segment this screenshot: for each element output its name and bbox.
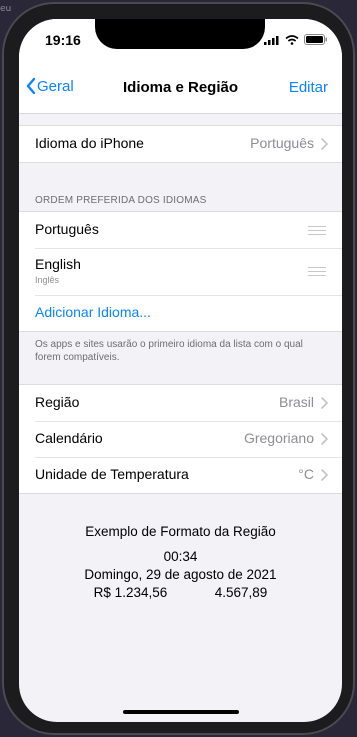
format-example-time: 00:34 xyxy=(163,549,198,564)
screen: 19:16 Geral Idioma e Região Editar Idiom… xyxy=(19,19,342,722)
region-settings-group: Região Brasil Calendário Gregoriano Unid… xyxy=(19,384,342,494)
status-bar: 19:16 xyxy=(19,19,342,63)
region-value: Brasil xyxy=(278,394,314,410)
status-icons xyxy=(264,34,328,45)
language-name: English xyxy=(35,256,81,272)
preferred-languages-header: ORDEM PREFERIDA DOS IDIOMAS xyxy=(35,195,207,206)
iphone-language-group: Idioma do iPhone Português xyxy=(19,125,342,163)
chevron-right-icon xyxy=(321,469,328,481)
add-language-row[interactable]: Adicionar Idioma... xyxy=(19,295,342,331)
iphone-language-row[interactable]: Idioma do iPhone Português xyxy=(19,126,342,162)
language-subtitle: Inglês xyxy=(35,275,60,285)
calendar-row[interactable]: Calendário Gregoriano xyxy=(19,421,342,457)
format-example-numbers: R$ 1.234,56 4.567,89 xyxy=(19,585,342,600)
chevron-right-icon xyxy=(321,397,328,409)
background-text: eu xyxy=(0,4,12,14)
chevron-right-icon xyxy=(321,433,328,445)
temperature-unit-value: °C xyxy=(298,466,314,482)
language-row-portugues[interactable]: Português xyxy=(19,212,342,248)
add-language-link[interactable]: Adicionar Idioma... xyxy=(35,304,151,320)
battery-icon xyxy=(304,34,327,45)
home-indicator xyxy=(123,710,239,714)
iphone-language-value: Português xyxy=(250,135,314,151)
iphone-language-label: Idioma do iPhone xyxy=(35,135,144,151)
reorder-handle-icon[interactable] xyxy=(308,226,326,238)
format-example-date: Domingo, 29 de agosto de 2021 xyxy=(84,567,277,582)
language-row-english[interactable]: English Inglês xyxy=(19,248,342,295)
status-time: 19:16 xyxy=(45,32,81,48)
language-name: Português xyxy=(35,221,99,237)
region-label: Região xyxy=(35,394,80,410)
preferred-languages-group: Português English Inglês Adicionar Idiom… xyxy=(19,211,342,332)
calendar-value: Gregoriano xyxy=(243,430,314,446)
calendar-label: Calendário xyxy=(35,430,103,446)
format-example-currency: R$ 1.234,56 xyxy=(93,585,168,600)
temperature-unit-row[interactable]: Unidade de Temperatura °C xyxy=(19,457,342,493)
format-example-number: 4.567,89 xyxy=(214,585,268,600)
reorder-handle-icon[interactable] xyxy=(308,267,326,279)
cellular-signal-icon xyxy=(264,35,279,45)
edit-button[interactable]: Editar xyxy=(289,79,328,96)
format-example-title: Exemplo de Formato da Região xyxy=(85,524,276,539)
temperature-unit-label: Unidade de Temperatura xyxy=(35,466,189,482)
region-row[interactable]: Região Brasil xyxy=(19,385,342,421)
phone-frame: 19:16 Geral Idioma e Região Editar Idiom… xyxy=(2,2,355,735)
wifi-icon xyxy=(285,34,299,45)
chevron-right-icon xyxy=(321,138,328,150)
navigation-bar: Geral Idioma e Região Editar xyxy=(19,63,342,114)
notch xyxy=(95,19,265,49)
preferred-languages-footer: Os apps e sites usarão o primeiro idioma… xyxy=(35,339,303,363)
